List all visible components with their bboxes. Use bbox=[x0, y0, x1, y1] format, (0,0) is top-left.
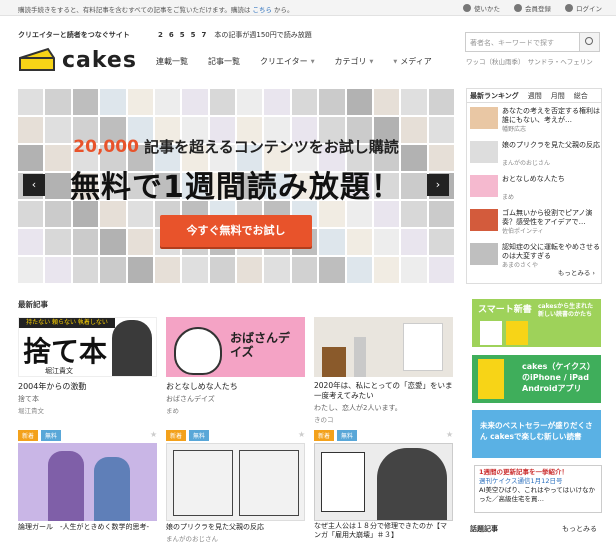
article-card[interactable]: 持たない 頼らない 執着しない 捨て本 堀江貴文 2004年からの激動 捨て本 … bbox=[18, 317, 157, 415]
ranking-item[interactable]: 娘のプリクラを見た父親の反応 まんがのおじさん bbox=[470, 141, 600, 171]
nav-media[interactable]: ▼ メディア bbox=[393, 56, 431, 67]
nav-series[interactable]: 連載一覧 bbox=[156, 56, 188, 67]
help-link[interactable]: 使いかた bbox=[463, 3, 500, 13]
badge-free: 無料 bbox=[189, 430, 210, 441]
ranking-thumbnail bbox=[470, 107, 498, 129]
article-card[interactable]: なぜ主人公は１８分で修理できたのか【マンガ「雇用大崩壊」＃３】 bbox=[314, 443, 453, 540]
ranking-thumbnail bbox=[470, 175, 498, 197]
chevron-right-icon: › bbox=[592, 269, 595, 277]
favorite-star-icon[interactable]: ★ bbox=[298, 430, 305, 439]
article-card[interactable]: 娘のプリクラを見た父親の反応 まんがのおじさん bbox=[166, 443, 305, 543]
site-logo[interactable]: cakes bbox=[18, 46, 137, 72]
article-thumbnail bbox=[18, 443, 157, 521]
ranking-item[interactable]: ゴム無いから役割でピアノ演奏？感受性をアイデアで… 佐伯ポインティ bbox=[470, 209, 598, 239]
trending-heading: 話題記事 bbox=[470, 525, 498, 533]
global-nav: 連載一覧 記事一覧 クリエイター ▼ カテゴリ ▼ ▼ メディア bbox=[156, 56, 452, 67]
app-banner[interactable]: cakes（ケイクス）のiPhone / iPad Androidアプリ bbox=[472, 355, 601, 403]
top-notice-bar: 購読手続きをすると、有料記事を含むすべての記事をご覧いただけます。購読は こちら… bbox=[0, 0, 616, 16]
site-tagline: クリエイターと読者をつなぐサイト bbox=[18, 31, 130, 39]
ranking-panel: 最新ランキング 週間 月間 総合 あなたの考えを否定する権利は誰にもない、考えが… bbox=[466, 88, 602, 284]
ranking-thumbnail bbox=[470, 209, 498, 231]
carousel-next-button[interactable]: › bbox=[427, 174, 449, 196]
search-icon[interactable] bbox=[579, 33, 599, 51]
register-link[interactable]: 会員登録 bbox=[514, 3, 551, 13]
ranking-thumbnail bbox=[470, 141, 498, 163]
nav-articles[interactable]: 記事一覧 bbox=[208, 56, 240, 67]
nav-creators[interactable]: クリエイター ▼ bbox=[260, 56, 315, 67]
ranking-item[interactable]: おとなしめな人たち まめ bbox=[470, 175, 598, 205]
favorite-star-icon[interactable]: ★ bbox=[446, 430, 453, 439]
help-icon bbox=[463, 4, 471, 12]
tab-monthly[interactable]: 月間 bbox=[551, 91, 565, 101]
chevron-down-icon: ▼ bbox=[369, 58, 374, 65]
illustration bbox=[174, 327, 222, 375]
login-link[interactable]: ログイン bbox=[565, 3, 602, 13]
tab-latest-ranking[interactable]: 最新ランキング bbox=[470, 91, 519, 101]
author-photo bbox=[112, 320, 152, 376]
chevron-down-icon: ▼ bbox=[393, 58, 398, 65]
ranking-thumbnail bbox=[470, 243, 498, 265]
article-card[interactable]: おばさんデイズ おとなしめな人たち おばさんデイズ まめ bbox=[166, 317, 305, 415]
article-card[interactable]: 2020年は、私にとっての「恋愛」をいま一度考えてみたい わたし、恋人が2人いま… bbox=[314, 317, 453, 424]
badge-new: 新着 bbox=[314, 430, 335, 441]
article-card[interactable]: 論理ガール -人生がときめく数学的思考- bbox=[18, 443, 157, 532]
search-input[interactable]: 著者名、キーワードで探す bbox=[465, 32, 600, 52]
badge-new: 新着 bbox=[18, 430, 39, 441]
popular-keywords[interactable]: ワッコ（秋山雨季） サンドラ・ヘフェリン bbox=[466, 56, 593, 66]
trending-more-link[interactable]: もっとみる bbox=[562, 524, 597, 534]
smart-shinsho-banner[interactable]: スマート新書 cakesから生まれた新しい読書のかたち bbox=[472, 299, 601, 347]
badge-free: 無料 bbox=[337, 430, 358, 441]
nav-category[interactable]: カテゴリ ▼ bbox=[335, 56, 374, 67]
logo-text: cakes bbox=[62, 48, 137, 73]
cake-logo-icon bbox=[19, 47, 55, 71]
weekly-update-box[interactable]: 1週間の更新記事を一挙紹介！ 週刊ケイクス通信1月12日号 AI美空ひばり、これ… bbox=[474, 465, 602, 513]
carousel-prev-button[interactable]: ‹ bbox=[23, 174, 45, 196]
article-counter: 26557 本の記事が週150円で読み放題 bbox=[158, 31, 312, 39]
ranking-more-link[interactable]: もっとみる › bbox=[558, 267, 595, 277]
bestseller-banner[interactable]: 未来のベストセラーが盛りだくさん cakesで楽しむ新しい読書 bbox=[472, 410, 601, 458]
hero-headline: 20,000 記事を超えるコンテンツをお試し購読 bbox=[73, 137, 399, 157]
subscribe-link[interactable]: こちら bbox=[252, 6, 272, 14]
tab-weekly[interactable]: 週間 bbox=[528, 91, 542, 101]
ranking-item[interactable]: あなたの考えを否定する権利は誰にもない、考えが… 幡野広志 bbox=[470, 107, 600, 137]
latest-articles-heading: 最新記事 bbox=[18, 300, 48, 309]
hero-title: 無料で1週間読み放題！ bbox=[70, 170, 402, 205]
badge-new: 新着 bbox=[166, 430, 187, 441]
tab-overall[interactable]: 総合 bbox=[574, 91, 588, 101]
article-thumbnail bbox=[314, 443, 453, 521]
chevron-down-icon: ▼ bbox=[310, 58, 315, 65]
user-icon bbox=[514, 4, 522, 12]
article-thumbnail bbox=[166, 443, 305, 521]
hero-banner[interactable]: 20,000 記事を超えるコンテンツをお試し購読 無料で1週間読み放題！ 今すぐ… bbox=[17, 88, 455, 284]
lock-icon bbox=[565, 4, 573, 12]
favorite-star-icon[interactable]: ★ bbox=[150, 430, 157, 439]
article-thumbnail: おばさんデイズ bbox=[166, 317, 305, 377]
free-trial-button[interactable]: 今すぐ無料でお試し bbox=[160, 215, 312, 247]
article-thumbnail: 持たない 頼らない 執着しない 捨て本 堀江貴文 bbox=[18, 317, 157, 377]
subscription-notice: 購読手続きをすると、有料記事を含むすべての記事をご覧いただけます。購読は こちら… bbox=[18, 6, 294, 14]
badge-free: 無料 bbox=[41, 430, 62, 441]
article-thumbnail bbox=[314, 317, 453, 377]
